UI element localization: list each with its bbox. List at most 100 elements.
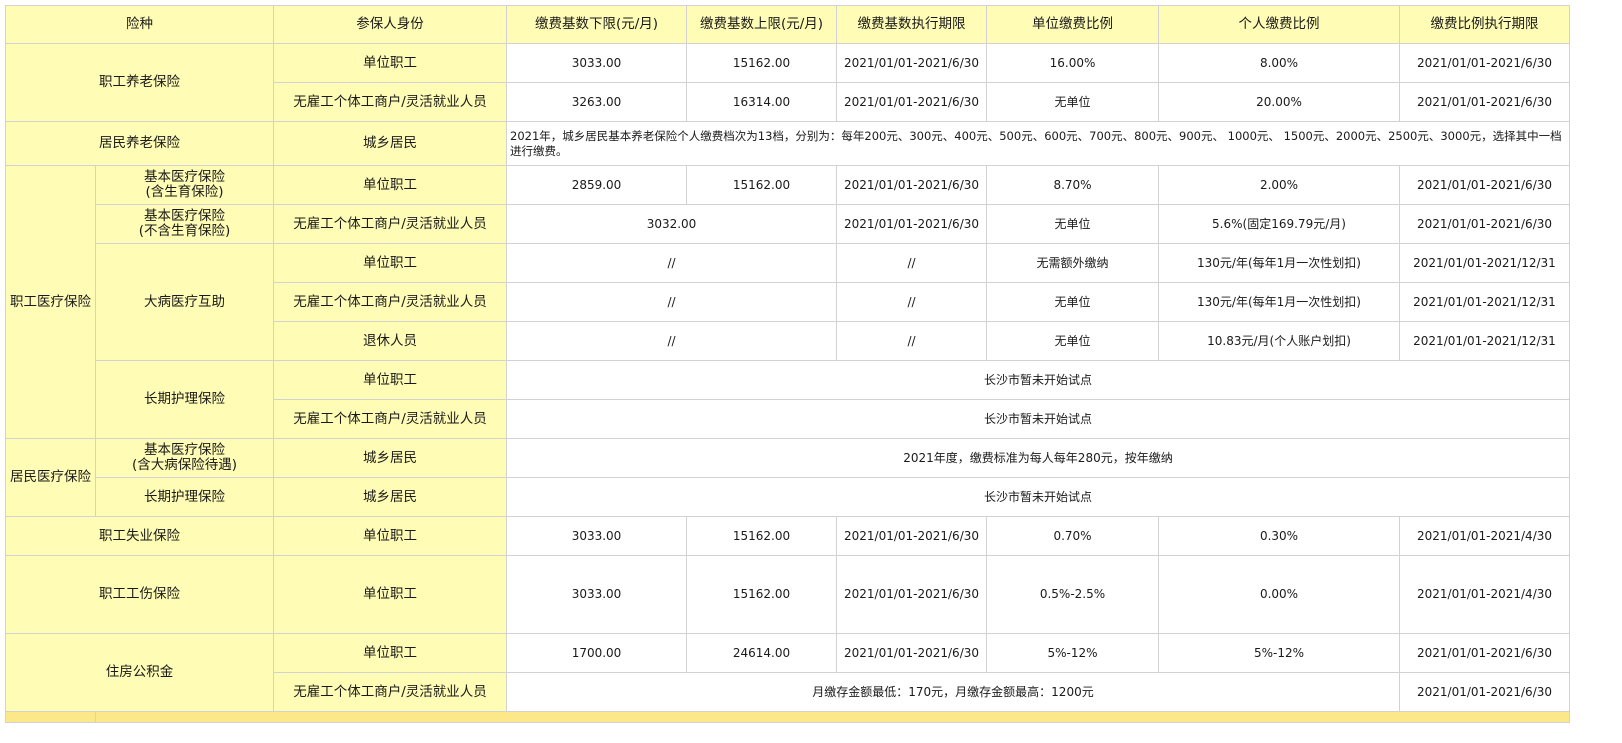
base-lower-cell[interactable]: 1700.00 [506,633,687,673]
category-cell-housing-fund[interactable]: 住房公积金 [5,633,274,712]
ratio-period-cell[interactable]: 2021/01/01-2021/12/31 [1399,321,1570,361]
identity-cell[interactable]: 单位职工 [273,43,507,83]
identity-cell[interactable]: 单位职工 [273,165,507,205]
unit-ratio-cell[interactable]: 无单位 [986,321,1159,361]
personal-ratio-cell[interactable]: 5%-12% [1158,633,1400,673]
header-cell-insured-identity[interactable]: 参保人身份 [273,5,507,44]
note-cell[interactable]: 长沙市暂未开始试点 [506,360,1570,400]
base-cell[interactable]: // [506,282,837,322]
unit-ratio-cell[interactable]: 无单位 [986,282,1159,322]
ratio-period-cell[interactable]: 2021/01/01-2021/6/30 [1399,43,1570,83]
base-period-cell[interactable]: 2021/01/01-2021/6/30 [836,555,987,634]
identity-cell[interactable]: 单位职工 [273,360,507,400]
identity-cell[interactable]: 退休人员 [273,321,507,361]
ratio-period-cell[interactable]: 2021/01/01-2021/4/30 [1399,555,1570,634]
identity-cell[interactable]: 无雇工个体工商户/灵活就业人员 [273,672,507,712]
header-cell-unit-ratio[interactable]: 单位缴费比例 [986,5,1159,44]
base-period-cell[interactable]: // [836,282,987,322]
note-cell[interactable]: 长沙市暂未开始试点 [506,477,1570,517]
base-period-cell[interactable]: 2021/01/01-2021/6/30 [836,165,987,205]
identity-cell[interactable]: 单位职工 [273,516,507,556]
base-cell[interactable]: // [506,243,837,283]
header-cell-ratio-period[interactable]: 缴费比例执行期限 [1399,5,1570,44]
base-lower-cell[interactable]: 3033.00 [506,516,687,556]
base-lower-cell[interactable]: 3033.00 [506,43,687,83]
subcategory-cell-resident-basic-medical[interactable]: 基本医疗保险 (含大病保险待遇) [95,438,274,478]
base-cell[interactable]: 3032.00 [506,204,837,244]
category-cell-resident-medical[interactable]: 居民医疗保险 [5,438,96,517]
identity-cell[interactable]: 单位职工 [273,243,507,283]
personal-ratio-cell[interactable]: 20.00% [1158,82,1400,122]
base-upper-cell[interactable]: 24614.00 [686,633,837,673]
ratio-period-cell[interactable]: 2021/01/01-2021/6/30 [1399,204,1570,244]
identity-cell[interactable]: 城乡居民 [273,477,507,517]
ratio-period-cell[interactable]: 2021/01/01-2021/12/31 [1399,282,1570,322]
subcategory-cell-long-term-care[interactable]: 长期护理保险 [95,360,274,439]
category-cell-unemployment[interactable]: 职工失业保险 [5,516,274,556]
unit-ratio-cell[interactable]: 无需额外缴纳 [986,243,1159,283]
identity-cell[interactable]: 无雇工个体工商户/灵活就业人员 [273,204,507,244]
personal-ratio-cell[interactable]: 8.00% [1158,43,1400,83]
ratio-period-cell[interactable]: 2021/01/01-2021/12/31 [1399,243,1570,283]
unit-ratio-cell[interactable]: 5%-12% [986,633,1159,673]
note-cell[interactable]: 2021年度，缴费标准为每人每年280元，按年缴纳 [506,438,1570,478]
base-period-cell[interactable]: 2021/01/01-2021/6/30 [836,516,987,556]
identity-cell[interactable]: 无雇工个体工商户/灵活就业人员 [273,282,507,322]
ratio-period-cell[interactable]: 2021/01/01-2021/6/30 [1399,633,1570,673]
note-cell[interactable]: 月缴存金额最低：170元，月缴存金额最高：1200元 [506,672,1400,712]
identity-cell[interactable]: 单位职工 [273,555,507,634]
base-period-cell[interactable]: 2021/01/01-2021/6/30 [836,82,987,122]
unit-ratio-cell[interactable]: 0.70% [986,516,1159,556]
header-cell-base-period[interactable]: 缴费基数执行期限 [836,5,987,44]
unit-ratio-cell[interactable]: 16.00% [986,43,1159,83]
header-cell-personal-ratio[interactable]: 个人缴费比例 [1158,5,1400,44]
personal-ratio-cell[interactable]: 10.83元/月(个人账户划扣) [1158,321,1400,361]
base-period-cell[interactable]: // [836,321,987,361]
unit-ratio-cell[interactable]: 无单位 [986,82,1159,122]
base-period-cell[interactable]: // [836,243,987,283]
category-cell-work-injury[interactable]: 职工工伤保险 [5,555,274,634]
ratio-period-cell[interactable]: 2021/01/01-2021/6/30 [1399,672,1570,712]
base-upper-cell[interactable]: 15162.00 [686,43,837,83]
base-upper-cell[interactable]: 15162.00 [686,555,837,634]
base-upper-cell[interactable]: 15162.00 [686,165,837,205]
header-cell-base-lower[interactable]: 缴费基数下限(元/月) [506,5,687,44]
header-cell-base-upper[interactable]: 缴费基数上限(元/月) [686,5,837,44]
unit-ratio-cell[interactable]: 无单位 [986,204,1159,244]
subcategory-cell-basic-medical-without-maternity[interactable]: 基本医疗保险 (不含生育保险) [95,204,274,244]
base-period-cell[interactable]: 2021/01/01-2021/6/30 [836,43,987,83]
category-cell-employee-pension[interactable]: 职工养老保险 [5,43,274,122]
identity-cell[interactable]: 单位职工 [273,633,507,673]
identity-cell[interactable]: 城乡居民 [273,121,507,166]
personal-ratio-cell[interactable]: 5.6%(固定169.79元/月) [1158,204,1400,244]
personal-ratio-cell[interactable]: 0.30% [1158,516,1400,556]
subcategory-cell-serious-illness[interactable]: 大病医疗互助 [95,243,274,361]
note-cell[interactable]: 长沙市暂未开始试点 [506,399,1570,439]
base-cell[interactable]: // [506,321,837,361]
unit-ratio-cell[interactable]: 0.5%-2.5% [986,555,1159,634]
base-period-cell[interactable]: 2021/01/01-2021/6/30 [836,633,987,673]
subcategory-cell-resident-long-term-care[interactable]: 长期护理保险 [95,477,274,517]
ratio-period-cell[interactable]: 2021/01/01-2021/4/30 [1399,516,1570,556]
base-period-cell[interactable]: 2021/01/01-2021/6/30 [836,204,987,244]
ratio-period-cell[interactable]: 2021/01/01-2021/6/30 [1399,165,1570,205]
subcategory-cell-basic-medical-with-maternity[interactable]: 基本医疗保险 (含生育保险) [95,165,274,205]
header-cell-insurance-type[interactable]: 险种 [5,5,274,44]
personal-ratio-cell[interactable]: 2.00% [1158,165,1400,205]
identity-cell[interactable]: 无雇工个体工商户/灵活就业人员 [273,82,507,122]
personal-ratio-cell[interactable]: 0.00% [1158,555,1400,634]
base-upper-cell[interactable]: 16314.00 [686,82,837,122]
category-cell-employee-medical[interactable]: 职工医疗保险 [5,165,96,439]
identity-cell[interactable]: 无雇工个体工商户/灵活就业人员 [273,399,507,439]
base-lower-cell[interactable]: 3033.00 [506,555,687,634]
personal-ratio-cell[interactable]: 130元/年(每年1月一次性划扣) [1158,282,1400,322]
resident-pension-note-cell[interactable]: 2021年，城乡居民基本养老保险个人缴费档次为13档，分别为：每年200元、30… [506,121,1570,166]
ratio-period-cell[interactable]: 2021/01/01-2021/6/30 [1399,82,1570,122]
base-upper-cell[interactable]: 15162.00 [686,516,837,556]
category-cell-resident-pension[interactable]: 居民养老保险 [5,121,274,166]
base-lower-cell[interactable]: 2859.00 [506,165,687,205]
identity-cell[interactable]: 城乡居民 [273,438,507,478]
base-lower-cell[interactable]: 3263.00 [506,82,687,122]
unit-ratio-cell[interactable]: 8.70% [986,165,1159,205]
personal-ratio-cell[interactable]: 130元/年(每年1月一次性划扣) [1158,243,1400,283]
